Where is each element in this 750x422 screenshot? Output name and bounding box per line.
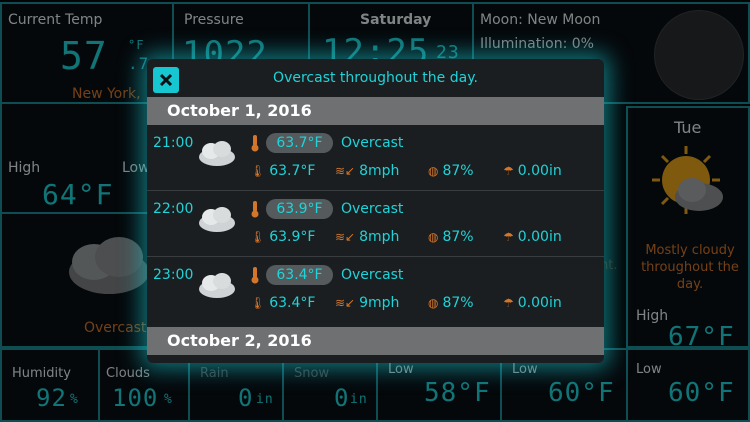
overcast-icon [199,207,235,232]
hour-temp: 63.7°F [266,133,333,153]
rain-cloud-icon: ☂ [503,296,514,310]
hour-row[interactable]: 22:00 63.9°F Overcast 🌡 63.9°F ≋↙ 8mph ◍ 87… [147,191,604,257]
humidity-value: 87% [442,229,474,245]
precipitation: ☂ 0.00in [503,163,562,179]
hourly-forecast-modal: Overcast throughout the day. October 1, … [147,59,604,363]
wind-value: 9mph [359,295,400,311]
feels-like: 🌡 63.9°F [250,229,315,245]
hour-condition: Overcast [341,267,404,283]
precipitation: ☂ 0.00in [503,295,562,311]
hour-condition: Overcast [341,135,404,151]
modal-header: Overcast throughout the day. [147,59,604,97]
hour-temp: 63.9°F [266,199,333,219]
person-temp-icon: 🌡 [250,296,266,310]
wind-value: 8mph [359,229,400,245]
humidity-value: 87% [442,295,474,311]
wind-value: 8mph [359,163,400,179]
precip-value: 0.00in [517,163,562,179]
hour-time: 22:00 [153,201,194,217]
feels-like-value: 63.9°F [269,229,316,245]
feels-like-value: 63.4°F [269,295,316,311]
hour-time: 21:00 [153,135,194,151]
overcast-icon [199,141,235,166]
wind-icon: ≋↙ [335,164,356,178]
modal-title: Overcast throughout the day. [273,70,478,86]
humidity: ◍ 87% [428,295,474,311]
hour-time: 23:00 [153,267,194,283]
thermometer-icon [251,135,259,152]
hour-row[interactable]: 23:00 63.4°F Overcast 🌡 63.4°F ≋↙ 9mph ◍ 87… [147,257,604,323]
wind-icon: ≋↙ [335,296,356,310]
hour-temp: 63.4°F [266,265,333,285]
humidity-icon: ◍ [428,230,439,244]
hour-row[interactable]: 21:00 63.7°F Overcast 🌡 63.7°F ≋↙ 8mph ◍ 87… [147,125,604,191]
rain-cloud-icon: ☂ [503,230,514,244]
precipitation: ☂ 0.00in [503,229,562,245]
humidity: ◍ 87% [428,163,474,179]
wind: ≋↙ 9mph [335,295,399,311]
humidity-icon: ◍ [428,296,439,310]
rain-cloud-icon: ☂ [503,164,514,178]
overcast-icon [199,273,235,298]
hour-condition: Overcast [341,201,404,217]
feels-like: 🌡 63.4°F [250,295,315,311]
precip-value: 0.00in [517,229,562,245]
date-header: October 2, 2016 [147,327,604,355]
humidity-value: 87% [442,163,474,179]
humidity-icon: ◍ [428,164,439,178]
thermometer-icon [251,267,259,284]
date-header: October 1, 2016 [147,97,604,125]
wind: ≋↙ 8mph [335,163,399,179]
thermometer-icon [251,201,259,218]
feels-like-value: 63.7°F [269,163,316,179]
feels-like: 🌡 63.7°F [250,163,315,179]
precip-value: 0.00in [517,295,562,311]
humidity: ◍ 87% [428,229,474,245]
person-temp-icon: 🌡 [250,230,266,244]
wind: ≋↙ 8mph [335,229,399,245]
person-temp-icon: 🌡 [250,164,266,178]
wind-icon: ≋↙ [335,230,356,244]
